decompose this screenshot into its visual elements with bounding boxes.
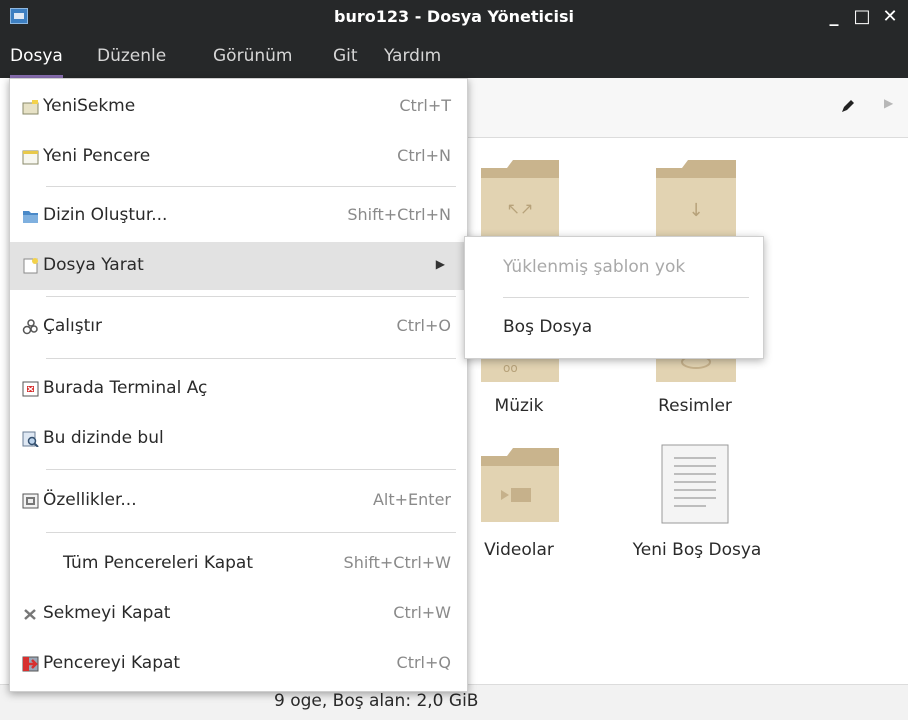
menu-item-shortcut: Ctrl+N <box>397 146 451 165</box>
menu-item-shortcut: Shift+Ctrl+N <box>347 205 451 224</box>
menu-item-new-tab[interactable]: YeniSekme Ctrl+T <box>10 83 467 131</box>
minimize-button[interactable]: _ <box>824 4 844 30</box>
menu-item-label: Dizin Oluştur... <box>43 205 168 225</box>
menu-separator <box>46 186 456 187</box>
window-title: buro123 - Dosya Yöneticisi <box>334 7 574 26</box>
menu-dosya[interactable]: Dosya <box>10 36 63 78</box>
menu-item-open-terminal[interactable]: Burada Terminal Aç <box>10 365 467 413</box>
submenu-separator <box>503 297 749 298</box>
find-icon <box>22 431 39 447</box>
menu-yardim[interactable]: Yardım <box>384 36 441 78</box>
close-button[interactable]: ✕ <box>880 4 900 30</box>
menu-item-label: Çalıştır <box>43 316 102 336</box>
menu-item-label: Bu dizinde bul <box>43 428 164 448</box>
menu-item-label: Yeni Pencere <box>43 146 151 166</box>
menu-separator <box>46 358 456 359</box>
menu-item-create-file[interactable]: Dosya Yarat ▶ <box>10 242 467 290</box>
content-item-yeni-bos-dosya[interactable]: Yeni Boş Dosya <box>617 540 777 560</box>
menu-item-shortcut: Alt+Enter <box>372 490 451 509</box>
file-menu: YeniSekme Ctrl+T Yeni Pencere Ctrl+N Diz… <box>9 78 468 692</box>
menu-item-label: Dosya Yarat <box>43 255 144 275</box>
network-folder-icon[interactable]: ↖↗ <box>481 158 559 236</box>
menu-item-label: YeniSekme <box>43 96 136 116</box>
submenu-item-no-templates: Yüklenmiş şablon yok <box>503 257 686 277</box>
videos-folder-icon[interactable] <box>481 446 559 522</box>
menu-separator <box>46 532 456 533</box>
close-window-icon <box>22 656 39 672</box>
menu-item-label: Pencereyi Kapat <box>43 653 181 673</box>
menu-item-label: Sekmeyi Kapat <box>43 603 171 623</box>
menu-item-close-all-windows[interactable]: Tüm Pencereleri Kapat Shift+Ctrl+W <box>10 540 467 588</box>
run-icon <box>22 319 38 335</box>
submenu-item-empty-file[interactable]: Boş Dosya <box>503 317 592 337</box>
folder-new-icon <box>23 211 38 223</box>
music-folder-icon[interactable]: oo <box>481 358 559 382</box>
menu-bar: Dosya Düzenle Görünüm Git Yardım <box>0 36 908 78</box>
menu-git[interactable]: Git <box>333 36 358 78</box>
title-bar: buro123 - Dosya Yöneticisi _ □ ✕ <box>0 0 908 36</box>
properties-icon <box>22 493 39 509</box>
menu-item-label: Özellikler... <box>43 490 137 510</box>
menu-item-run[interactable]: Çalıştır Ctrl+O <box>10 303 467 351</box>
submenu-arrow-icon: ▶ <box>435 257 445 271</box>
pictures-folder-icon[interactable] <box>656 358 736 382</box>
menu-separator <box>46 469 456 470</box>
chevron-right-icon[interactable]: ▶ <box>884 96 893 110</box>
status-text: 9 oge, Boş alan: 2,0 GiB <box>274 691 479 711</box>
item-label: Yeni Boş Dosya <box>632 540 762 560</box>
terminal-icon <box>22 381 39 397</box>
edit-location-icon[interactable] <box>840 98 856 114</box>
menu-item-shortcut: Shift+Ctrl+W <box>343 553 451 572</box>
menu-gorunum[interactable]: Görünüm <box>213 36 292 78</box>
text-file-icon[interactable] <box>660 444 730 524</box>
menu-item-shortcut: Ctrl+O <box>396 316 451 335</box>
menu-item-properties[interactable]: Özellikler... Alt+Enter <box>10 477 467 525</box>
menu-item-shortcut: Ctrl+Q <box>396 653 451 672</box>
menu-item-shortcut: Ctrl+T <box>399 96 451 115</box>
menu-item-label: Tüm Pencereleri Kapat <box>63 553 253 573</box>
item-label: Resimler <box>658 396 732 416</box>
menu-item-shortcut: Ctrl+W <box>393 603 451 622</box>
content-item-resimler[interactable]: Resimler <box>620 396 770 416</box>
create-file-submenu: Yüklenmiş şablon yok Boş Dosya <box>464 236 764 359</box>
svg-text:↓: ↓ <box>688 200 703 221</box>
menu-item-create-folder[interactable]: Dizin Oluştur... Shift+Ctrl+N <box>10 192 467 240</box>
close-tab-icon <box>24 609 36 620</box>
menu-item-label: Burada Terminal Aç <box>43 378 208 398</box>
menu-separator <box>46 296 456 297</box>
menu-item-find-in-folder[interactable]: Bu dizinde bul <box>10 415 467 463</box>
downloads-folder-icon[interactable]: ↓ <box>656 158 736 236</box>
svg-text:oo: oo <box>503 361 518 375</box>
maximize-button[interactable]: □ <box>852 4 872 30</box>
menu-item-new-window[interactable]: Yeni Pencere Ctrl+N <box>10 133 467 181</box>
new-window-icon <box>22 150 39 165</box>
menu-item-close-window[interactable]: Pencereyi Kapat Ctrl+Q <box>10 640 467 688</box>
new-tab-icon <box>22 100 39 115</box>
menu-duzenle[interactable]: Düzenle <box>97 36 166 78</box>
file-new-icon <box>23 258 38 274</box>
svg-text:↖↗: ↖↗ <box>507 199 534 218</box>
menu-item-close-tab[interactable]: Sekmeyi Kapat Ctrl+W <box>10 590 467 638</box>
